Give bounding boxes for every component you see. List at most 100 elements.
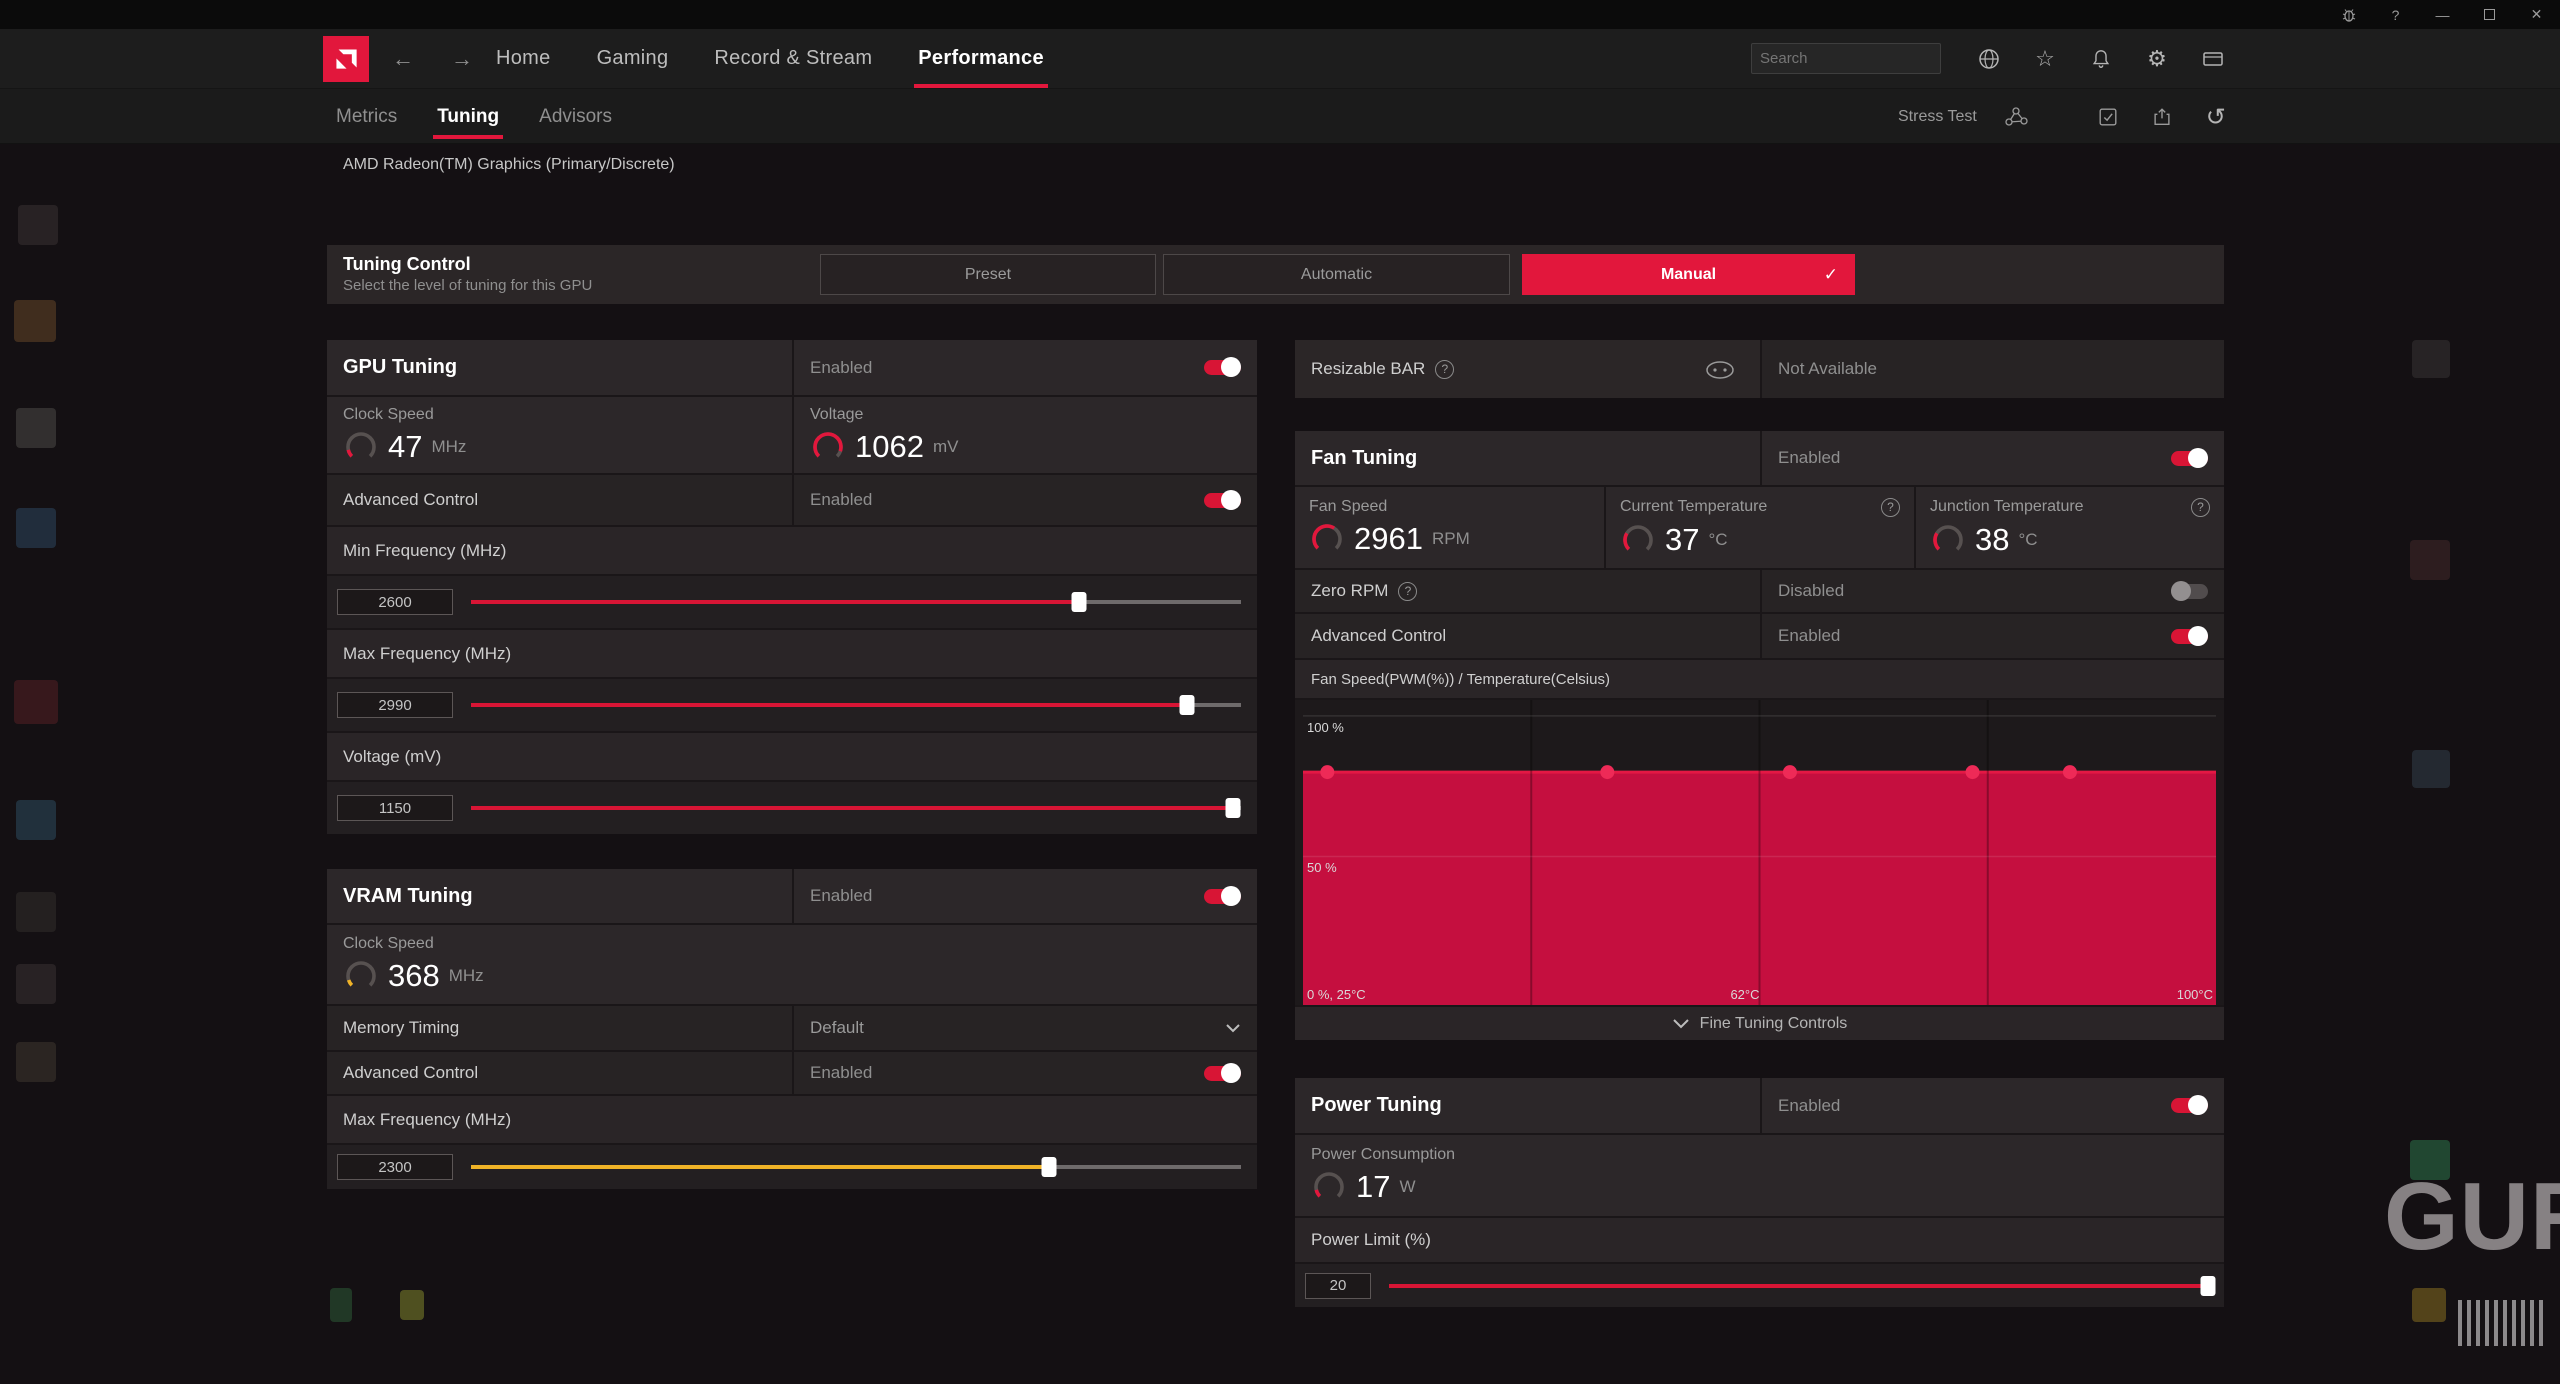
fan-tuning-header: Fan Tuning Enabled [1295,431,2224,485]
min-frequency-label-row: Min Frequency (MHz) [327,525,1257,574]
slider-thumb[interactable] [1226,798,1241,818]
fan-tuning-toggle[interactable] [2171,451,2208,466]
vram-max-frequency-label: Max Frequency (MHz) [343,1110,511,1130]
close-button[interactable]: ✕ [2513,0,2560,29]
vram-max-frequency-slider[interactable] [471,1156,1241,1178]
fan-speed-label: Fan Speed [1309,498,1590,516]
slider-thumb[interactable] [1180,695,1195,715]
minimize-icon: — [2436,7,2450,23]
report-bug-button[interactable] [2325,0,2372,29]
banner-button[interactable] [2198,44,2228,74]
tab-metrics[interactable]: Metrics [330,89,403,145]
forward-icon: → [451,46,473,72]
advanced-control-label: Advanced Control [343,490,478,510]
main-navbar: ← → Home Gaming Record & Stream Performa… [0,29,2560,88]
search-input[interactable] [1760,50,1959,67]
desktop-icon [16,508,56,548]
fan-chart-title: Fan Speed(PWM(%)) / Temperature(Celsius) [1311,671,1610,688]
tuning-profile-button[interactable] [2093,102,2123,132]
bug-icon [2341,7,2357,23]
voltage-input[interactable] [337,795,453,821]
favorites-button[interactable]: ☆ [2030,44,2060,74]
reset-icon: ↺ [2206,103,2226,132]
power-tuning-toggle[interactable] [2171,1098,2208,1113]
vram-max-frequency-input[interactable] [337,1154,453,1180]
resizable-bar-help-icon[interactable]: ? [1435,360,1454,379]
wallpaper-barcode [2458,1300,2546,1346]
gpu-tuning-toggle[interactable] [1204,360,1241,375]
nav-item-record-stream[interactable]: Record & Stream [706,29,880,88]
maximize-button[interactable] [2466,0,2513,29]
memory-timing-dropdown[interactable]: Default [792,1006,1257,1050]
gpu-tuning-title: GPU Tuning [343,356,457,379]
fan-advanced-control-toggle[interactable] [2171,629,2208,644]
x-axis-origin-label: 0 %, 25°C [1307,987,1366,1002]
help-button[interactable]: ? [2372,0,2419,29]
clock-speed-unit: MHz [431,437,466,457]
power-limit-slider[interactable] [1389,1275,2208,1297]
fan-tuning-panel: Fan Tuning Enabled Fan Speed 2961 RPM [1295,431,2224,1040]
tuning-option-manual[interactable]: Manual ✓ [1522,254,1855,295]
zero-rpm-toggle[interactable] [2171,584,2208,599]
max-frequency-slider[interactable] [471,694,1241,716]
max-frequency-input[interactable] [337,692,453,718]
notifications-button[interactable] [2086,44,2116,74]
wallpaper-watermark: GURU [2384,1162,2560,1272]
power-limit-input[interactable] [1305,1273,1371,1299]
zero-rpm-row: Zero RPM ? Disabled [1295,568,2224,612]
chevron-down-icon [1225,1023,1241,1033]
desktop-icon [16,800,56,840]
junction-temperature-help-icon[interactable]: ? [2191,498,2210,517]
back-button[interactable]: ← [383,29,423,88]
slider-thumb[interactable] [1041,1157,1056,1177]
export-profile-button[interactable] [2147,102,2177,132]
manual-label: Manual [1661,266,1716,284]
web-browser-button[interactable] [1974,44,2004,74]
stress-test-button[interactable] [2001,102,2031,132]
desktop-icon [16,964,56,1004]
vram-clock-unit: MHz [449,966,484,986]
forward-button[interactable]: → [442,29,482,88]
performance-subnav: Metrics Tuning Advisors Stress Test [0,88,2560,144]
tab-tuning[interactable]: Tuning [431,89,505,145]
nav-item-performance[interactable]: Performance [910,29,1052,88]
y-axis-100-label: 100 % [1307,720,1344,735]
resizable-bar-panel: Resizable BAR ? Not Available [1295,340,2224,398]
settings-button[interactable]: ⚙ [2142,44,2172,74]
amd-logo[interactable] [323,36,369,82]
nav-item-gaming[interactable]: Gaming [589,29,677,88]
fan-curve-chart-row: 100 % 50 % 0 %, 25°C 62°C 100°C [1295,698,2224,1005]
min-frequency-input[interactable] [337,589,453,615]
current-temperature-help-icon[interactable]: ? [1881,498,1900,517]
reset-button[interactable]: ↺ [2201,102,2231,132]
tuning-option-automatic[interactable]: Automatic [1163,254,1510,295]
gpu-advanced-control-toggle[interactable] [1204,493,1241,508]
clock-speed-label: Clock Speed [343,406,776,424]
vram-advanced-control-toggle[interactable] [1204,1066,1241,1081]
voltage-slider[interactable] [471,797,1241,819]
current-temperature-gauge-icon [1620,522,1656,558]
fan-curve-svg [1303,700,2216,1005]
star-icon: ☆ [2035,46,2055,72]
tab-advisors[interactable]: Advisors [533,89,618,145]
slider-thumb[interactable] [1072,592,1087,612]
resizable-bar-status: Not Available [1778,359,1877,379]
fan-curve-chart[interactable]: 100 % 50 % 0 %, 25°C 62°C 100°C [1303,700,2216,1005]
tuning-option-preset[interactable]: Preset [820,254,1156,295]
resizable-bar-label: Resizable BAR [1311,359,1425,379]
junction-temperature-value: 38 [1975,522,2009,558]
nav-item-home[interactable]: Home [488,29,559,88]
min-frequency-slider[interactable] [471,591,1241,613]
fine-tuning-controls-button[interactable]: Fine Tuning Controls [1295,1005,2224,1040]
slider-fill [471,1165,1049,1169]
zero-rpm-help-icon[interactable]: ? [1398,582,1417,601]
slider-thumb[interactable] [2201,1276,2216,1296]
vram-tuning-toggle[interactable] [1204,889,1241,904]
desktop-icon [2412,750,2450,788]
memory-timing-value: Default [810,1018,864,1038]
toggle-knob [1221,357,1241,377]
zero-rpm-label: Zero RPM [1311,581,1388,601]
gpu-stats-row: Clock Speed 47 MHz Voltage 1062 mV [327,395,1257,473]
search-box[interactable] [1751,43,1941,74]
minimize-button[interactable]: — [2419,0,2466,29]
